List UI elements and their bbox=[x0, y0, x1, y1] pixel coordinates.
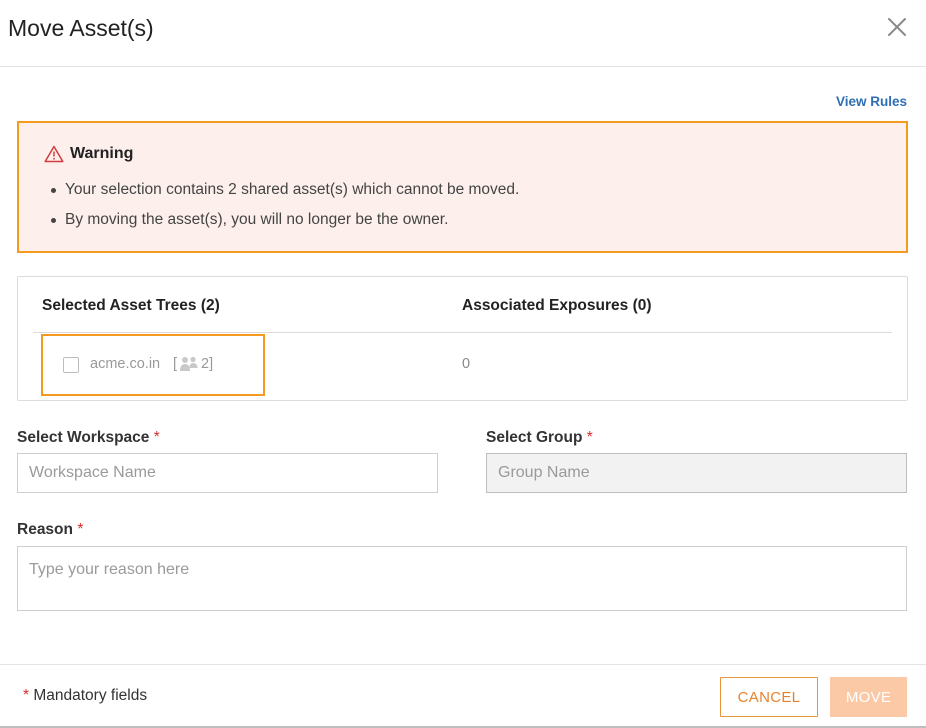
reason-label-text: Reason bbox=[17, 521, 73, 538]
mandatory-text: Mandatory fields bbox=[33, 687, 148, 704]
asset-name: acme.co.in bbox=[90, 356, 161, 372]
required-mark: * bbox=[77, 521, 84, 538]
required-mark: * bbox=[23, 687, 30, 704]
warning-list: Your selection contains 2 shared asset(s… bbox=[51, 175, 519, 235]
move-button[interactable]: MOVE bbox=[830, 677, 907, 717]
group-input[interactable] bbox=[486, 453, 907, 493]
reason-label: Reason * bbox=[17, 521, 83, 539]
shared-open-bracket: [ bbox=[173, 356, 178, 372]
warning-message: Your selection contains 2 shared asset(s… bbox=[51, 175, 519, 205]
workspace-label-text: Select Workspace bbox=[17, 429, 150, 446]
dialog-footer: * Mandatory fields CANCEL MOVE bbox=[0, 664, 926, 728]
users-icon bbox=[179, 356, 199, 372]
column-header-asset-trees: Selected Asset Trees (2) bbox=[42, 297, 220, 314]
shared-count: [ 2] bbox=[173, 356, 213, 372]
warning-triangle-icon bbox=[44, 145, 64, 163]
group-label-text: Select Group bbox=[486, 429, 583, 446]
workspace-label: Select Workspace * bbox=[17, 429, 160, 447]
workspace-input[interactable] bbox=[17, 453, 438, 493]
table-divider bbox=[33, 332, 892, 333]
cancel-button[interactable]: CANCEL bbox=[720, 677, 818, 717]
column-header-exposures: Associated Exposures (0) bbox=[462, 297, 652, 314]
view-rules-link[interactable]: View Rules bbox=[836, 94, 907, 109]
warning-title: Warning bbox=[70, 145, 134, 162]
warning-header: Warning bbox=[44, 145, 133, 163]
asset-tree-table: Selected Asset Trees (2) Associated Expo… bbox=[17, 276, 908, 401]
required-mark: * bbox=[153, 429, 160, 446]
warning-banner: Warning Your selection contains 2 shared… bbox=[17, 121, 908, 253]
close-icon[interactable] bbox=[886, 16, 908, 38]
required-mark: * bbox=[586, 429, 593, 446]
exposure-count: 0 bbox=[462, 356, 471, 372]
shared-count-value: 2] bbox=[201, 356, 214, 372]
mandatory-note: * Mandatory fields bbox=[23, 687, 147, 705]
dialog-header: Move Asset(s) bbox=[0, 0, 926, 67]
dialog-title: Move Asset(s) bbox=[8, 15, 154, 41]
group-label: Select Group * bbox=[486, 429, 593, 447]
asset-row-checkbox[interactable] bbox=[63, 357, 79, 373]
reason-textarea[interactable] bbox=[17, 546, 907, 611]
warning-message: By moving the asset(s), you will no long… bbox=[51, 205, 519, 235]
